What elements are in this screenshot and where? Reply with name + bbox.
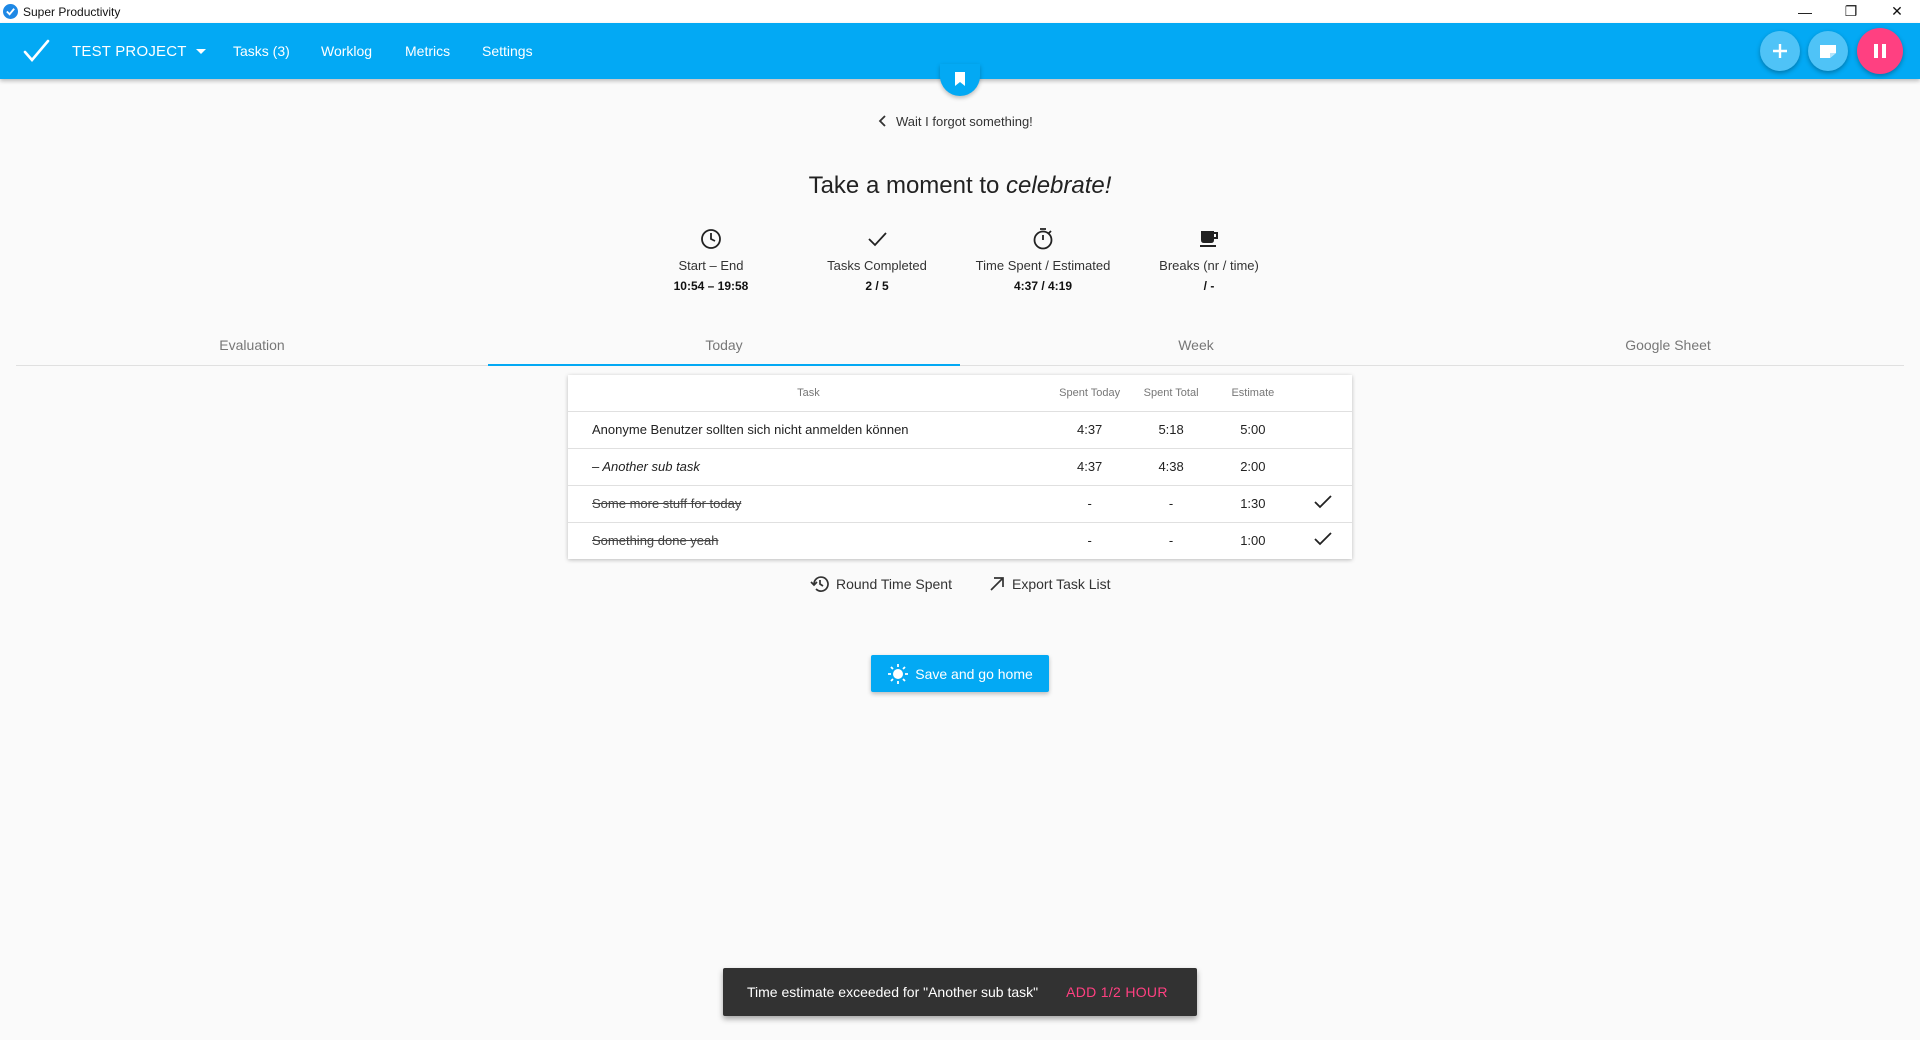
timer-icon [958, 226, 1128, 252]
stat-start-end: Start – End 10:54 – 19:58 [626, 226, 796, 293]
header-task: Task [797, 386, 820, 399]
stat-value: 4:37 / 4:19 [1013, 279, 1073, 293]
spent-total-cell: - [1130, 521, 1212, 559]
add-icon [1773, 44, 1787, 58]
tab-google-sheet[interactable]: Google Sheet [1432, 324, 1904, 365]
snackbar-action-button[interactable]: ADD 1/2 HOUR [1066, 984, 1168, 1000]
restore-button[interactable]: ❐ [1828, 0, 1874, 23]
sun-icon [888, 663, 909, 684]
pause-icon [1874, 44, 1886, 58]
window-title: Super Productivity [23, 4, 121, 19]
page-title: Take a moment to celebrate! [0, 172, 1920, 200]
estimate-cell: 5:00 [1211, 410, 1294, 448]
table-row: Some more stuff for today - - 1:30 [568, 484, 1352, 522]
back-link-label: Wait I forgot something! [896, 113, 1033, 129]
chevron-down-icon [195, 48, 206, 54]
stat-label: Breaks (nr / time) [1159, 258, 1259, 273]
nav-metrics[interactable]: Metrics [405, 23, 450, 79]
round-time-spent-label: Round Time Spent [836, 576, 952, 592]
note-icon [1820, 45, 1836, 58]
done-cell [1293, 484, 1352, 522]
notes-button[interactable] [1808, 31, 1848, 71]
stat-breaks: Breaks (nr / time) / - [1124, 226, 1294, 293]
stat-value: 2 / 5 [865, 279, 889, 293]
task-summary-table: Task Spent Today Spent Total Estimate An… [568, 375, 1352, 559]
round-time-spent-button[interactable]: Round Time Spent [810, 574, 952, 594]
stat-label: Tasks Completed [827, 258, 927, 273]
nav-worklog[interactable]: Worklog [321, 23, 372, 79]
spent-today-cell: 4:37 [1048, 447, 1131, 485]
save-and-go-home-label: Save and go home [915, 665, 1033, 682]
snackbar-message: Time estimate exceeded for "Another sub … [747, 984, 1039, 1000]
minimize-button[interactable]: — [1782, 0, 1828, 23]
daily-summary-tabs: Evaluation Today Week Google Sheet [16, 324, 1904, 366]
stat-label: Start – End [678, 258, 744, 273]
pause-button[interactable] [1857, 28, 1903, 74]
task-title: Some more stuff for today [568, 484, 1049, 522]
window-controls: — ❐ ✕ [1782, 0, 1920, 23]
stat-value: 10:54 – 19:58 [673, 279, 749, 293]
task-title: Something done yeah [568, 521, 1049, 559]
export-task-list-label: Export Task List [1012, 576, 1111, 592]
spent-today-cell: 4:37 [1048, 410, 1131, 448]
arrow-up-right-icon [990, 577, 1004, 591]
add-task-button[interactable] [1760, 31, 1800, 71]
check-icon [792, 226, 962, 252]
app-icon [3, 4, 18, 19]
save-and-go-home-button[interactable]: Save and go home [871, 655, 1049, 692]
export-task-list-button[interactable]: Export Task List [988, 574, 1111, 594]
project-name: TEST PROJECT [72, 42, 187, 60]
check-icon [1314, 532, 1332, 546]
task-title: Anonyme Benutzer sollten sich nicht anme… [568, 410, 1049, 448]
spent-today-cell: - [1048, 521, 1131, 559]
estimate-cell: 1:30 [1211, 484, 1294, 522]
close-button[interactable]: ✕ [1874, 0, 1920, 23]
spent-total-cell: 4:38 [1130, 447, 1212, 485]
spent-today-cell: - [1048, 484, 1131, 522]
spent-total-cell: - [1130, 484, 1212, 522]
stat-time-spent: Time Spent / Estimated 4:37 / 4:19 [958, 226, 1128, 293]
tab-week[interactable]: Week [960, 324, 1432, 365]
bookmark-icon [955, 72, 965, 86]
bookmarks-toggle[interactable] [940, 64, 980, 96]
done-cell [1293, 521, 1352, 559]
estimate-cell: 1:00 [1211, 521, 1294, 559]
stat-tasks-completed: Tasks Completed 2 / 5 [792, 226, 962, 293]
nav-tasks[interactable]: Tasks (3) [233, 23, 290, 79]
table-row: Anonyme Benutzer sollten sich nicht anme… [568, 410, 1352, 448]
task-title: – Another sub task [568, 447, 1049, 485]
coffee-icon [1124, 226, 1294, 252]
tab-evaluation[interactable]: Evaluation [16, 324, 488, 365]
header-estimate: Estimate [1231, 386, 1275, 399]
header-spent-today: Spent Today [1059, 386, 1121, 399]
clock-icon [626, 226, 796, 252]
header-done [1294, 375, 1352, 411]
snackbar: Time estimate exceeded for "Another sub … [723, 968, 1197, 1016]
done-cell [1293, 410, 1352, 448]
check-icon [1314, 495, 1332, 509]
chevron-left-icon [878, 115, 886, 127]
history-icon [810, 576, 829, 592]
back-link[interactable]: Wait I forgot something! [878, 112, 1033, 130]
table-row: Something done yeah - - 1:00 [568, 521, 1352, 559]
tab-today[interactable]: Today [488, 324, 960, 366]
headline-emphasis: celebrate! [1006, 172, 1112, 199]
header-spent-total: Spent Total [1143, 386, 1199, 399]
project-selector[interactable]: TEST PROJECT [72, 23, 206, 79]
table-row: – Another sub task 4:37 4:38 2:00 [568, 447, 1352, 485]
nav-settings[interactable]: Settings [482, 23, 533, 79]
app-logo-icon[interactable] [22, 37, 50, 65]
stat-label: Time Spent / Estimated [975, 258, 1111, 273]
window-titlebar: Super Productivity — ❐ ✕ [0, 0, 1920, 23]
table-header-row: Task Spent Today Spent Total Estimate [568, 375, 1352, 411]
spent-total-cell: 5:18 [1130, 410, 1212, 448]
estimate-cell: 2:00 [1211, 447, 1294, 485]
done-cell [1293, 447, 1352, 485]
headline-lead: Take a moment to [808, 172, 1007, 199]
stat-value: / - [1203, 279, 1215, 293]
